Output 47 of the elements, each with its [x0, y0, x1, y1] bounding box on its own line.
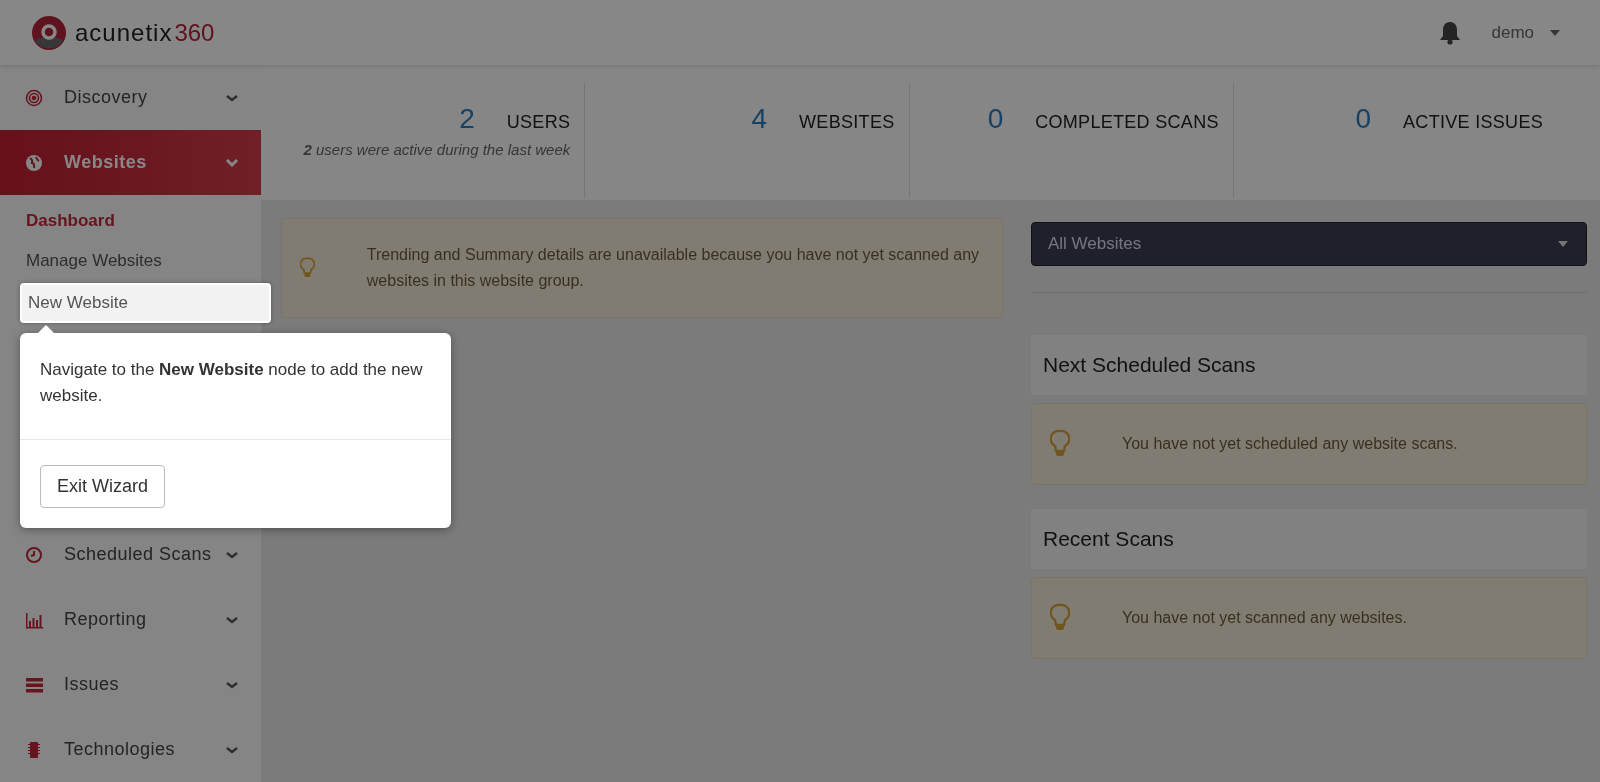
logo-text: acunetix	[75, 18, 173, 47]
panel-header: Recent Scans	[1031, 509, 1587, 569]
caret-icon	[1550, 29, 1560, 36]
website-select[interactable]: All Websites	[1031, 222, 1587, 266]
lightbulb-icon	[1050, 429, 1070, 459]
stat-label: COMPLETED SCANS	[1035, 112, 1219, 133]
target-icon	[25, 88, 43, 107]
stat-value: 0	[987, 103, 1004, 135]
nav-label: Technologies	[64, 739, 177, 760]
logo-suffix: 360	[174, 18, 215, 47]
lightbulb-icon	[1050, 603, 1070, 633]
bell-icon[interactable]	[1439, 20, 1462, 45]
submenu-item[interactable]: Manage Websites	[20, 243, 257, 279]
globe-icon	[25, 153, 43, 172]
panel-header: Next Scheduled Scans	[1031, 335, 1587, 395]
user-menu[interactable]: demo	[1487, 18, 1564, 47]
nav-label: Discovery	[64, 87, 149, 108]
list-icon	[25, 675, 43, 694]
caret-icon	[1558, 241, 1568, 247]
nav-item[interactable]: Technologies	[0, 717, 261, 782]
stat-value: 0	[1355, 103, 1372, 135]
stat-label: USERS	[506, 112, 571, 133]
nav-item[interactable]: Discovery	[0, 65, 261, 130]
nav-label: Websites	[64, 152, 148, 173]
nav-label: Scheduled Scans	[64, 544, 213, 565]
bar-chart-icon	[25, 610, 43, 629]
nav-label: Issues	[64, 674, 121, 695]
stat-label: WEBSITES	[799, 112, 895, 133]
nav-label: Reporting	[64, 609, 148, 630]
alert-text: You have not yet scheduled any website scans.	[1122, 434, 1458, 454]
nav-item[interactable]: Scheduled Scans	[0, 522, 261, 587]
stat-note: 2 users were active during the last week	[303, 141, 571, 158]
nav-item[interactable]: Issues	[0, 652, 261, 717]
stat-value: 2	[459, 103, 475, 135]
nav-item[interactable]: Reporting	[0, 587, 261, 652]
nav-item[interactable]: Websites	[0, 130, 261, 195]
exit-wizard-button[interactable]: Exit Wizard	[40, 465, 165, 508]
submenu-item[interactable]: New Website	[20, 283, 271, 323]
chip-icon	[25, 740, 43, 759]
stat-value: 4	[751, 103, 768, 135]
alert-text: You have not yet scanned any websites.	[1122, 608, 1407, 628]
clock-icon	[25, 545, 43, 564]
wizard-message: Navigate to the New Website node to add the new website.	[39, 359, 424, 407]
logo-icon	[31, 14, 67, 51]
submenu-item[interactable]: Dashboard	[20, 203, 257, 239]
alert-text: Trending and Summary details are unavailable because you have not yet scanned any websites in this website group.	[366, 245, 981, 291]
stat-label: ACTIVE ISSUES	[1403, 112, 1543, 133]
